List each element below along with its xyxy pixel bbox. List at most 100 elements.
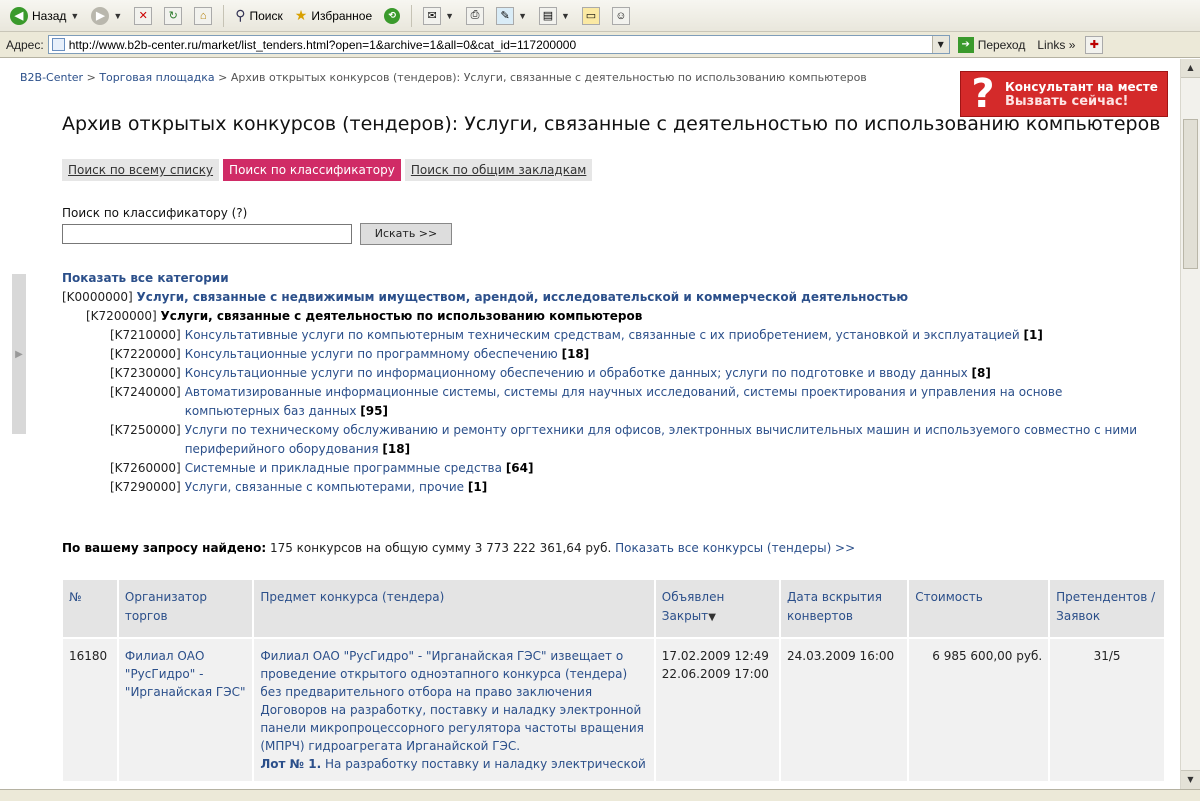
toolbar-separator — [223, 4, 225, 27]
address-label: Адрес: — [6, 37, 44, 52]
tab-search-classifier[interactable]: Поиск по классификатору — [223, 159, 401, 181]
search-label: Поиск — [249, 8, 283, 23]
links-button[interactable]: Links » — [1037, 38, 1075, 52]
show-all-tenders-link[interactable]: Показать все конкурсы (тендеры) >> — [615, 541, 855, 555]
scroll-up-icon[interactable]: ▲ — [1181, 59, 1200, 78]
found-label: По вашему запросу найдено: — [62, 541, 267, 555]
favorites-label: Избранное — [311, 8, 373, 23]
col-organizer-header[interactable]: Организатор торгов — [117, 580, 255, 638]
category-item-link[interactable]: Услуги, связанные с компьютерами, прочие — [185, 480, 464, 494]
scroll-thumb[interactable] — [1183, 119, 1198, 269]
col-opening-header[interactable]: Дата вскрытия конвертов — [780, 580, 910, 638]
page-title: Архив открытых конкурсов (тендеров): Усл… — [62, 113, 1161, 135]
category-item-link[interactable]: Автоматизированные информационные систем… — [185, 385, 1063, 418]
tab-search-all[interactable]: Поиск по всему списку — [62, 159, 220, 181]
links-label: Links — [1037, 37, 1066, 52]
consultant-call-now: Вызвать сейчас! — [1005, 93, 1129, 109]
back-button[interactable]: ◀ Назад ▼ — [6, 4, 83, 28]
category-item: [K7250000] Услуги по техническому обслуж… — [62, 421, 1142, 459]
announced-header[interactable]: Объявлен — [662, 588, 773, 607]
col-number-header[interactable]: № — [63, 580, 119, 638]
messenger-button[interactable]: ☺ — [608, 4, 634, 28]
history-button[interactable]: ⟲ — [380, 4, 404, 28]
stop-button[interactable]: ✕ — [130, 4, 156, 28]
tender-subject-link[interactable]: Филиал ОАО "РусГидро" - "Ирганайская ГЭС… — [260, 649, 644, 753]
address-url[interactable]: http://www.b2b-center.ru/market/list_ten… — [69, 38, 928, 52]
print-icon: ⎙ — [466, 6, 485, 25]
classifier-search-input[interactable] — [62, 224, 352, 244]
category-code: [K7210000] — [110, 328, 181, 342]
home-button[interactable]: ⌂ — [190, 4, 216, 28]
address-dropdown-icon[interactable]: ▼ — [931, 36, 949, 53]
breadcrumb-current: Архив открытых конкурсов (тендеров): Усл… — [230, 71, 867, 84]
mail-dropdown-icon[interactable]: ▼ — [445, 11, 454, 21]
category-item: [K7230000] Консультационные услуги по ин… — [62, 364, 1142, 383]
discuss-dropdown-icon[interactable]: ▼ — [561, 11, 570, 21]
category-code: [K7230000] — [110, 366, 181, 380]
print-button[interactable]: ⎙ — [462, 4, 488, 28]
category-item-link[interactable]: Консультационные услуги по информационно… — [185, 366, 968, 380]
back-dropdown-icon[interactable]: ▼ — [70, 11, 79, 21]
classifier-search-label: Поиск по классификатору (?) — [62, 206, 248, 220]
col-dates-header[interactable]: Объявлен Закрыт▼ — [654, 580, 782, 638]
address-field[interactable]: http://www.b2b-center.ru/market/list_ten… — [47, 35, 950, 54]
category-level1: [K0000000] Услуги, связанные с недвижимы… — [62, 288, 1142, 307]
category-item: [K7290000] Услуги, связанные с компьютер… — [62, 478, 1142, 497]
closed-header[interactable]: Закрыт — [662, 609, 708, 623]
category-code: [K7200000] — [86, 309, 157, 323]
search-button[interactable]: ⚲ Поиск — [231, 4, 287, 28]
col-subject-header[interactable]: Предмет конкурса (тендера) — [253, 580, 656, 638]
edit-icon: ✎ — [496, 6, 515, 25]
side-panel-handle[interactable]: ▶ — [12, 274, 26, 434]
discuss-button[interactable]: ▤ ▼ — [535, 4, 574, 28]
col-applicants-header[interactable]: Претендентов / Заявок — [1049, 580, 1166, 638]
category-count: [95] — [360, 404, 388, 418]
tab-search-bookmarks[interactable]: Поиск по общим закладкам — [404, 159, 593, 181]
breadcrumb-home-link[interactable]: B2B-Center — [20, 71, 83, 84]
show-all-categories-link[interactable]: Показать все категории — [62, 271, 229, 285]
scroll-down-icon[interactable]: ▼ — [1181, 770, 1200, 789]
category-code: [K0000000] — [62, 290, 133, 304]
favorites-button[interactable]: ★ Избранное — [291, 4, 376, 28]
search-result-summary: По вашему запросу найдено: 175 конкурсов… — [62, 541, 855, 555]
cell-number: 16180 — [63, 637, 119, 781]
search-submit-button[interactable]: Искать >> — [360, 223, 452, 245]
category-item-link[interactable]: Системные и прикладные программные средс… — [185, 461, 502, 475]
category-level1-link[interactable]: Услуги, связанные с недвижимым имущество… — [137, 290, 909, 304]
tenders-table: № Организатор торгов Предмет конкурса (т… — [63, 580, 1166, 781]
category-item-link[interactable]: Услуги по техническому обслуживанию и ре… — [185, 423, 1137, 456]
go-button[interactable]: ➔ Переход — [957, 36, 1025, 53]
col-cost-header[interactable]: Стоимость — [908, 580, 1051, 638]
vertical-scrollbar[interactable]: ▲ ▼ — [1180, 59, 1200, 789]
toolbar-separator — [411, 4, 413, 27]
category-code: [K7290000] — [110, 480, 181, 494]
mail-button[interactable]: ✉ ▼ — [419, 4, 458, 28]
go-arrow-icon: ➔ — [957, 36, 974, 53]
star-icon: ★ — [294, 7, 308, 23]
consultant-banner[interactable]: ? Консультант на месте Вызвать сейчас! — [960, 71, 1168, 117]
page-icon — [51, 38, 65, 51]
cell-applicants: 31/5 — [1049, 637, 1166, 781]
breadcrumb-market-link[interactable]: Торговая площадка — [99, 71, 214, 84]
edit-button[interactable]: ✎ ▼ — [492, 4, 531, 28]
category-item-link[interactable]: Консультативные услуги по компьютерным т… — [185, 328, 1020, 342]
forward-button[interactable]: ▶ ▼ — [87, 4, 126, 28]
toolbar-extension-icon[interactable]: ✚ — [1085, 35, 1104, 54]
sort-desc-icon[interactable]: ▼ — [708, 612, 716, 623]
folder-icon: ▭ — [581, 6, 600, 25]
refresh-button[interactable]: ↻ — [160, 4, 186, 28]
forward-dropdown-icon[interactable]: ▼ — [113, 11, 122, 21]
messenger-icon: ☺ — [611, 6, 630, 25]
category-count: [1] — [467, 480, 488, 494]
closed-date: 22.06.2009 17:00 — [661, 667, 769, 681]
stop-icon: ✕ — [134, 6, 153, 25]
cell-organizer[interactable]: Филиал ОАО "РусГидро" - "Ирганайская ГЭС… — [117, 637, 255, 781]
category-count: [8] — [971, 366, 991, 380]
category-item: [K7210000] Консультативные услуги по ком… — [62, 326, 1142, 345]
edit-dropdown-icon[interactable]: ▼ — [518, 11, 527, 21]
lot-text[interactable]: На разработку поставку и наладку электри… — [325, 757, 646, 771]
refresh-icon: ↻ — [164, 6, 183, 25]
folder-button[interactable]: ▭ — [578, 4, 604, 28]
cell-subject: Филиал ОАО "РусГидро" - "Ирганайская ГЭС… — [253, 637, 656, 781]
category-item-link[interactable]: Консультационные услуги по программному … — [185, 347, 558, 361]
